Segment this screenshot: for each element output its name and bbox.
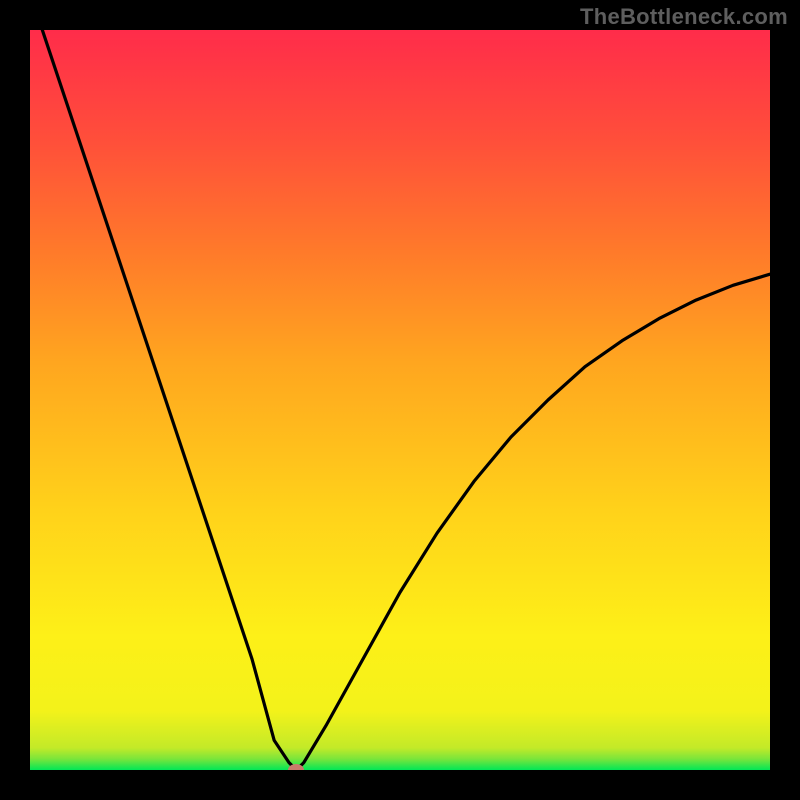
minimum-marker bbox=[288, 764, 304, 770]
chart-frame: TheBottleneck.com bbox=[0, 0, 800, 800]
bottleneck-curve bbox=[30, 30, 770, 770]
curve-path bbox=[30, 30, 770, 770]
watermark-text: TheBottleneck.com bbox=[580, 4, 788, 30]
plot-area bbox=[30, 30, 770, 770]
